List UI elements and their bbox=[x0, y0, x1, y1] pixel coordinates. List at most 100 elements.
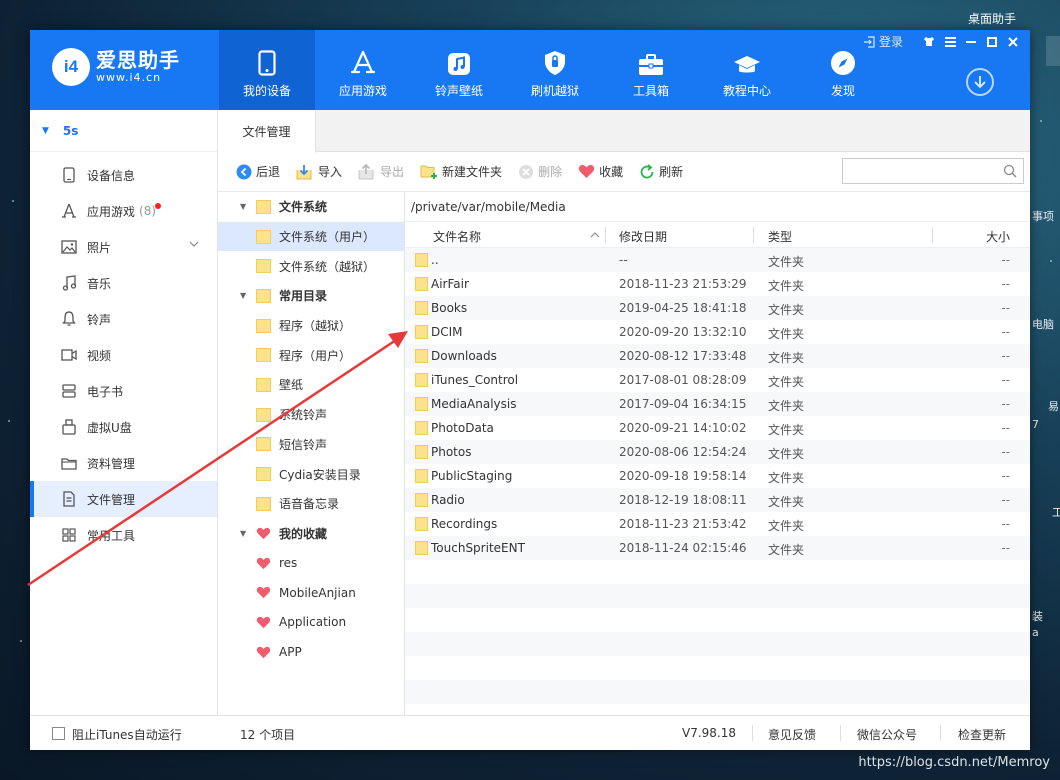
table-row[interactable]: Radio 2018-12-19 18:08:11 文件夹 -- bbox=[405, 488, 1030, 512]
tree-item[interactable]: 文件系统（用户） bbox=[218, 221, 404, 252]
import-button[interactable]: 导入 bbox=[296, 163, 342, 180]
tree-group-filesystem[interactable]: ▼ 文件系统 bbox=[218, 192, 404, 222]
maximize-button[interactable] bbox=[983, 34, 1001, 50]
nav-tutorials[interactable]: 教程中心 bbox=[699, 30, 795, 110]
file-date: -- bbox=[619, 253, 628, 267]
search-icon[interactable] bbox=[1003, 164, 1017, 178]
table-row[interactable]: MediaAnalysis 2017-09-04 16:34:15 文件夹 -- bbox=[405, 392, 1030, 416]
table-row[interactable]: DCIM 2020-09-20 13:32:10 文件夹 -- bbox=[405, 320, 1030, 344]
feedback-link[interactable]: 意见反馈 bbox=[768, 726, 816, 743]
table-row[interactable]: Books 2019-04-25 18:41:18 文件夹 -- bbox=[405, 296, 1030, 320]
sidebar-item-music[interactable]: 音乐 bbox=[30, 265, 217, 301]
folder-icon bbox=[415, 373, 428, 387]
block-itunes-checkbox[interactable] bbox=[52, 727, 65, 740]
desktop-side-label: 工 bbox=[1052, 506, 1060, 519]
sidebar-item-common-tools[interactable]: 常用工具 bbox=[30, 517, 217, 553]
sidebar-item-file-management[interactable]: 文件管理 bbox=[30, 481, 217, 517]
tree-item[interactable]: 语音备忘录 bbox=[218, 489, 404, 519]
login-button[interactable]: 登录 bbox=[863, 33, 903, 50]
tree-item[interactable]: 文件系统（越狱） bbox=[218, 251, 404, 281]
nav-flash-jailbreak[interactable]: 刷机越狱 bbox=[507, 30, 603, 110]
sidebar-item-device-info[interactable]: 设备信息 bbox=[30, 157, 217, 193]
nav-ringtones-wallpapers[interactable]: 铃声壁纸 bbox=[411, 30, 507, 110]
chevron-down-icon[interactable] bbox=[189, 241, 199, 247]
menu-icon bbox=[944, 36, 956, 47]
tree-item[interactable]: Application bbox=[218, 608, 404, 638]
delete-icon bbox=[519, 164, 534, 179]
triangle-down-icon[interactable]: ▼ bbox=[240, 291, 248, 300]
sidebar-item-apps[interactable]: 应用游戏 (8) bbox=[30, 193, 217, 229]
sidebar-item-virtual-usb[interactable]: 虚拟U盘 bbox=[30, 409, 217, 445]
table-row[interactable]: Photos 2020-08-06 12:54:24 文件夹 -- bbox=[405, 440, 1030, 464]
table-row[interactable]: TouchSpriteENT 2018-11-24 02:15:46 文件夹 -- bbox=[405, 536, 1030, 560]
folder-icon bbox=[256, 377, 271, 392]
triangle-down-icon[interactable]: ▼ bbox=[240, 202, 248, 211]
tree-item[interactable]: MobileAnjian bbox=[218, 578, 404, 608]
skin-button[interactable] bbox=[920, 34, 938, 50]
sidebar-item-videos[interactable]: 视频 bbox=[30, 337, 217, 373]
check-update-link[interactable]: 检查更新 bbox=[958, 726, 1006, 743]
table-row[interactable]: Downloads 2020-08-12 17:33:48 文件夹 -- bbox=[405, 344, 1030, 368]
tree-item[interactable]: 程序（越狱） bbox=[218, 311, 404, 341]
triangle-down-icon[interactable]: ▼ bbox=[240, 529, 248, 538]
table-row[interactable]: AirFair 2018-11-23 21:53:29 文件夹 -- bbox=[405, 272, 1030, 296]
nav-apps-games[interactable]: 应用游戏 bbox=[315, 30, 411, 110]
tree-item-label: 短信铃声 bbox=[279, 437, 328, 452]
table-row[interactable]: .. -- 文件夹 -- bbox=[405, 248, 1030, 272]
tree-group-common-dirs[interactable]: ▼ 常用目录 bbox=[218, 281, 404, 311]
favorite-button[interactable]: 收藏 bbox=[578, 163, 623, 180]
column-divider[interactable] bbox=[932, 227, 933, 243]
path-bar[interactable]: /private/var/mobile/Media bbox=[405, 192, 1030, 222]
col-type-header[interactable]: 类型 bbox=[768, 228, 792, 245]
delete-button[interactable]: 删除 bbox=[518, 163, 562, 180]
export-button[interactable]: 导出 bbox=[358, 163, 404, 180]
file-name: Books bbox=[431, 301, 468, 315]
tab-label: 文件管理 bbox=[242, 125, 291, 139]
file-type: 文件夹 bbox=[768, 519, 805, 533]
tree-group-favorites[interactable]: ▼ 我的收藏 bbox=[218, 519, 404, 549]
download-arrow-icon bbox=[974, 76, 986, 89]
search-input[interactable] bbox=[842, 158, 1024, 184]
menu-button[interactable] bbox=[941, 34, 959, 50]
back-button[interactable]: 后退 bbox=[236, 163, 280, 180]
tab-file-management[interactable]: 文件管理 bbox=[218, 110, 316, 153]
wechat-link[interactable]: 微信公众号 bbox=[857, 726, 917, 743]
app-store-icon bbox=[60, 202, 78, 220]
minimize-button[interactable] bbox=[962, 34, 980, 50]
new-folder-button[interactable]: 新建文件夹 bbox=[420, 163, 502, 180]
table-row[interactable]: iTunes_Control 2017-08-01 08:28:09 文件夹 -- bbox=[405, 368, 1030, 392]
col-date-header[interactable]: 修改日期 bbox=[619, 228, 667, 245]
nav-my-device[interactable]: 我的设备 bbox=[219, 30, 315, 110]
phone-info-icon bbox=[60, 166, 78, 184]
tree-item[interactable]: APP bbox=[218, 637, 404, 667]
book-icon bbox=[60, 382, 78, 400]
desktop-widget-handle[interactable] bbox=[1046, 36, 1060, 66]
video-icon bbox=[60, 346, 78, 364]
tree-item[interactable]: res bbox=[218, 548, 404, 578]
tree-item[interactable]: 程序（用户） bbox=[218, 340, 404, 370]
device-selector[interactable]: ▼ 5s bbox=[30, 110, 217, 152]
nav-toolbox[interactable]: 工具箱 bbox=[603, 30, 699, 110]
sort-up-icon[interactable] bbox=[590, 232, 600, 238]
file-type: 文件夹 bbox=[768, 399, 805, 413]
download-manager-button[interactable] bbox=[966, 68, 994, 96]
sidebar-item-ringtones[interactable]: 铃声 bbox=[30, 301, 217, 337]
tree-item[interactable]: 系统铃声 bbox=[218, 400, 404, 430]
file-type: 文件夹 bbox=[768, 543, 805, 557]
table-row[interactable]: Recordings 2018-11-23 21:53:42 文件夹 -- bbox=[405, 512, 1030, 536]
tree-item[interactable]: Cydia安装目录 bbox=[218, 459, 404, 489]
sidebar-item-photos[interactable]: 照片 bbox=[30, 229, 217, 265]
tree-item-label: 程序（用户） bbox=[279, 348, 352, 363]
close-button[interactable] bbox=[1004, 34, 1022, 50]
sidebar-item-data-management[interactable]: 资料管理 bbox=[30, 445, 217, 481]
sidebar-item-ebooks[interactable]: 电子书 bbox=[30, 373, 217, 409]
table-row[interactable]: PhotoData 2020-09-21 14:10:02 文件夹 -- bbox=[405, 416, 1030, 440]
table-row[interactable]: PublicStaging 2020-09-18 19:58:14 文件夹 -- bbox=[405, 464, 1030, 488]
column-divider[interactable] bbox=[605, 227, 606, 243]
col-size-header[interactable]: 大小 bbox=[986, 228, 1010, 245]
tree-item[interactable]: 壁纸 bbox=[218, 370, 404, 400]
tree-item[interactable]: 短信铃声 bbox=[218, 430, 404, 460]
col-name-header[interactable]: 文件名称 bbox=[433, 228, 481, 245]
refresh-button[interactable]: 刷新 bbox=[639, 163, 683, 180]
column-divider[interactable] bbox=[753, 227, 754, 243]
